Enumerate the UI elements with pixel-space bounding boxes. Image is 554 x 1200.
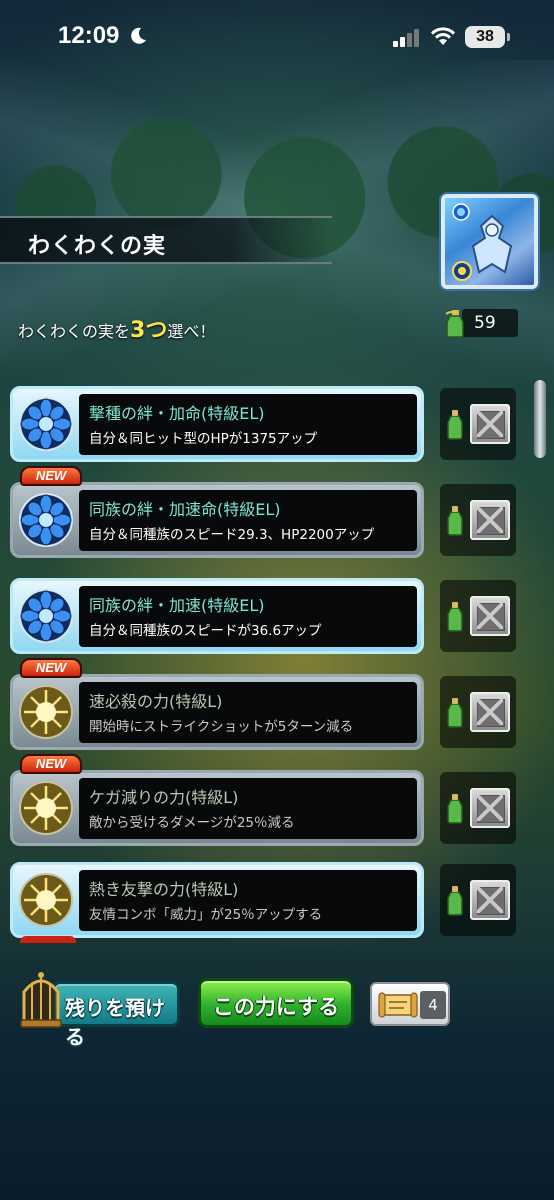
option-description: 敵から受けるダメージが25％減る [89, 815, 295, 831]
status-bar: 12:09 38 [0, 0, 554, 72]
list-item[interactable]: 熱き友撃の力(特級L) 友情コンボ「威力」が25％アップする [10, 860, 540, 940]
bottle-icon [447, 602, 463, 632]
bottle-icon [447, 506, 463, 536]
battery-indicator: 38 [465, 26, 510, 48]
gold-burst-emblem-icon [19, 685, 73, 739]
bottle-icon [447, 886, 463, 916]
option-name: 速必殺の力(特級L) [89, 692, 223, 711]
select-checkbox[interactable] [440, 388, 516, 460]
option-name: 熱き友撃の力(特級L) [89, 880, 239, 899]
checkbox-box[interactable] [470, 596, 510, 636]
option-card[interactable]: 熱き友撃の力(特級L) 友情コンボ「威力」が25％アップする [10, 862, 424, 938]
instruction-text: わくわくの実を3つ選べ！ [18, 312, 215, 344]
birdcage-icon [20, 972, 62, 1028]
scrollbar-track[interactable] [534, 378, 546, 938]
list-item[interactable]: ケガ減りの力(特級L) 敵から受けるダメージが25％減る NEW [10, 754, 540, 848]
fruit-count-value: 59 [462, 309, 518, 337]
list-item[interactable]: 撃種の絆・加命(特級EL) 自分＆同ヒット型のHPが1375アップ [10, 384, 540, 464]
checkbox-box[interactable] [470, 692, 510, 732]
ticket-counter[interactable]: 4 [370, 982, 450, 1026]
option-text-panel: 同族の絆・加速命(特級EL) 自分＆同種族のスピード29.3、HP2200アップ [79, 490, 417, 551]
instruction-suffix: 選べ！ [167, 322, 216, 341]
screen-title-bar: わくわくの実 [0, 216, 332, 264]
keep-remaining-button[interactable]: 残りを預ける [52, 981, 180, 1049]
option-name: 同族の絆・加速(特級EL) [89, 596, 265, 615]
option-text-panel: ケガ減りの力(特級L) 敵から受けるダメージが25％減る [79, 778, 417, 839]
wifi-icon [431, 27, 455, 45]
select-checkbox[interactable] [440, 772, 516, 844]
blue-flower-emblem-icon [19, 493, 73, 547]
option-text-panel: 撃種の絆・加命(特級EL) 自分＆同ヒット型のHPが1375アップ [79, 394, 417, 455]
cellular-signal-icon [393, 29, 419, 47]
option-name: 撃種の絆・加命(特級EL) [89, 404, 265, 423]
list-item[interactable]: 同族の絆・加速命(特級EL) 自分＆同種族のスピード29.3、HP2200アップ… [10, 466, 540, 560]
blue-flower-emblem-icon [19, 397, 73, 451]
checkbox-box[interactable] [470, 500, 510, 540]
option-card[interactable]: 同族の絆・加速(特級EL) 自分＆同種族のスピードが36.6アップ [10, 578, 424, 654]
scrollbar-thumb[interactable] [534, 380, 546, 458]
option-text-panel: 速必殺の力(特級L) 開始時にストライクショットが5ターン減る [79, 682, 417, 743]
bottle-icon [447, 794, 463, 824]
option-description: 自分＆同種族のスピード29.3、HP2200アップ [89, 527, 375, 543]
new-badge: NEW [20, 754, 82, 774]
new-badge: NEW [20, 466, 82, 486]
bottle-icon [447, 698, 463, 728]
option-description: 自分＆同種族のスピードが36.6アップ [89, 623, 322, 639]
checkbox-box[interactable] [470, 788, 510, 828]
status-time: 12:09 [58, 22, 120, 49]
option-name: 同族の絆・加速命(特級EL) [89, 500, 281, 519]
next-item-peek [20, 936, 76, 943]
gold-burst-emblem-icon [19, 781, 73, 835]
bottle-icon [447, 410, 463, 440]
select-checkbox[interactable] [440, 484, 516, 556]
option-name: ケガ減りの力(特級L) [89, 788, 239, 807]
checkbox-box[interactable] [470, 404, 510, 444]
option-description: 自分＆同ヒット型のHPが1375アップ [89, 431, 318, 447]
character-portrait[interactable] [441, 194, 538, 289]
list-item[interactable]: 速必殺の力(特級L) 開始時にストライクショットが5ターン減る NEW [10, 658, 540, 752]
confirm-power-label: この力にする [212, 995, 340, 1019]
select-checkbox[interactable] [440, 864, 516, 936]
element-water-icon [452, 203, 470, 221]
select-checkbox[interactable] [440, 580, 516, 652]
option-card[interactable]: 速必殺の力(特級L) 開始時にストライクショットが5ターン減る [10, 674, 424, 750]
option-text-panel: 同族の絆・加速(特級EL) 自分＆同種族のスピードが36.6アップ [79, 586, 417, 647]
checkbox-box[interactable] [470, 880, 510, 920]
option-list[interactable]: 撃種の絆・加命(特級EL) 自分＆同ヒット型のHPが1375アップ 同族の絆・加… [0, 378, 554, 943]
option-card[interactable]: ケガ減りの力(特級L) 敵から受けるダメージが25％減る [10, 770, 424, 846]
fruit-counter: 59 [444, 308, 520, 338]
option-text-panel: 熱き友撃の力(特級L) 友情コンボ「威力」が25％アップする [79, 870, 417, 931]
option-description: 開始時にストライクショットが5ターン減る [89, 719, 354, 735]
option-card[interactable]: 同族の絆・加速命(特級EL) 自分＆同種族のスピード29.3、HP2200アップ [10, 482, 424, 558]
blue-flower-emblem-icon [19, 589, 73, 643]
confirm-power-button[interactable]: この力にする [198, 978, 354, 1028]
option-description: 友情コンボ「威力」が25％アップする [89, 907, 323, 923]
ticket-count: 4 [420, 991, 446, 1019]
scroll-ticket-icon [378, 992, 418, 1018]
instruction-prefix: わくわくの実を [18, 322, 131, 341]
badge-icon [452, 261, 472, 281]
page-title: わくわくの実 [28, 234, 167, 259]
moon-icon [131, 27, 146, 44]
bottle-icon [445, 310, 464, 338]
list-item[interactable]: 同族の絆・加速(特級EL) 自分＆同種族のスピードが36.6アップ [10, 576, 540, 656]
select-checkbox[interactable] [440, 676, 516, 748]
instruction-highlight: 3つ [130, 318, 168, 343]
new-badge: NEW [20, 658, 82, 678]
keep-remaining-label: 残りを預ける [65, 996, 165, 1049]
option-card[interactable]: 撃種の絆・加命(特級EL) 自分＆同ヒット型のHPが1375アップ [10, 386, 424, 462]
gold-burst-emblem-icon [19, 873, 73, 927]
